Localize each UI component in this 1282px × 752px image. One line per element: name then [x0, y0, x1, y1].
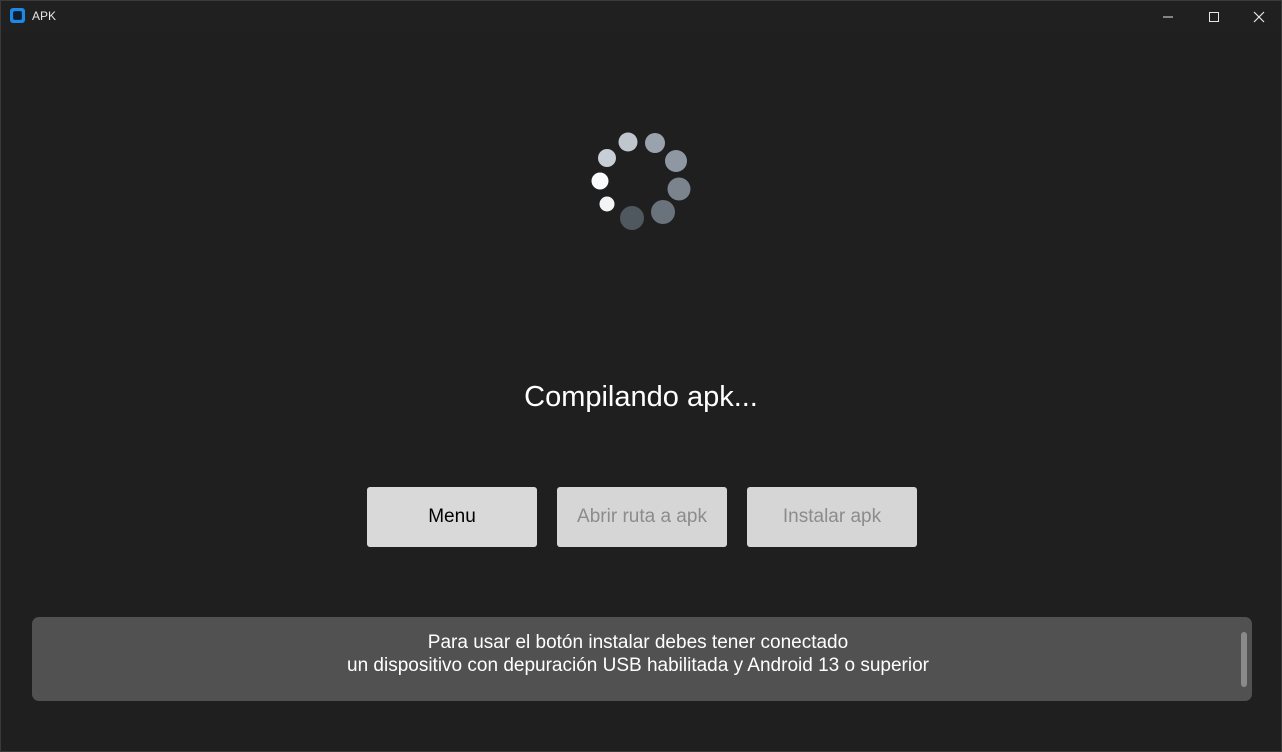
loading-spinner-icon: [591, 132, 691, 230]
info-line-1: Para usar el botón instalar debes tener …: [427, 632, 849, 653]
info-line-2: un dispositivo con depuración USB habili…: [347, 655, 929, 676]
spinner-dot: [645, 133, 665, 153]
status-text: Compilando apk...: [524, 381, 758, 413]
spinner-dot: [599, 196, 615, 212]
spinner-dot: [591, 172, 609, 190]
spinner-dot: [618, 132, 638, 152]
info-textbox[interactable]: Para usar el botón instalar debes tener …: [32, 617, 1252, 701]
scrollbar-thumb[interactable]: [1241, 632, 1247, 687]
spinner-dot: [598, 149, 616, 167]
spinner-dot: [665, 150, 687, 172]
info-message: Para usar el botón instalar debes tener …: [32, 631, 1244, 677]
menu-button[interactable]: Menu: [367, 487, 537, 547]
spinner-dot: [651, 200, 675, 224]
open-apk-path-button[interactable]: Abrir ruta a apk: [557, 487, 727, 547]
install-apk-button[interactable]: Instalar apk: [747, 487, 917, 547]
spinner-dot: [620, 206, 644, 230]
app-window: APK Compilando apk... Menu Abrir ruta a …: [0, 0, 1282, 752]
spinner-dot: [667, 177, 691, 201]
